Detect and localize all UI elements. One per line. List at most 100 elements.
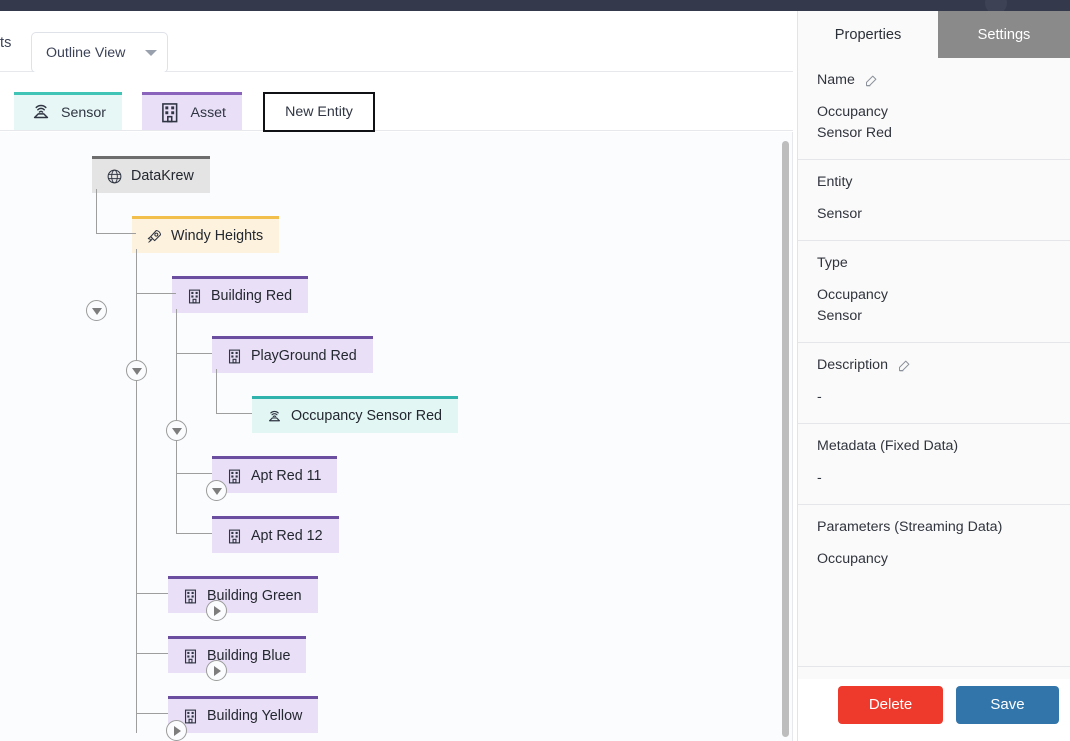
property-label: Entity bbox=[817, 174, 853, 190]
property-value: Occupancy Sensor Red bbox=[817, 104, 892, 141]
property-value: - bbox=[817, 389, 822, 405]
property-value: - bbox=[817, 470, 822, 486]
new-entity-button-label: New Entity bbox=[285, 104, 353, 120]
tree-edge bbox=[96, 189, 97, 234]
entity-tree-canvas[interactable]: DataKrew Windy Heights Building Red Play… bbox=[0, 132, 793, 741]
tree-node-apt-red-12[interactable]: Apt Red 12 bbox=[212, 516, 339, 553]
chevron-down-icon bbox=[91, 307, 102, 315]
new-entity-button[interactable]: New Entity bbox=[263, 92, 375, 132]
tree-edge bbox=[136, 653, 168, 654]
sensor-icon bbox=[33, 105, 49, 119]
tab-settings[interactable]: Settings bbox=[938, 11, 1070, 58]
tab-properties-label: Properties bbox=[834, 26, 902, 43]
tree-edge bbox=[176, 473, 212, 474]
property-label-wrap: Type bbox=[817, 255, 1051, 271]
property-value: Sensor bbox=[817, 206, 862, 222]
property-label: Type bbox=[817, 255, 848, 271]
save-button[interactable]: Save bbox=[956, 685, 1059, 724]
tree-node-label: DataKrew bbox=[131, 168, 194, 184]
property-row-name: Name Occupancy Sensor Red bbox=[798, 58, 1070, 160]
chevron-down-icon bbox=[145, 49, 157, 56]
view-mode-select[interactable]: Outline View bbox=[31, 32, 168, 73]
tree-edge bbox=[136, 593, 168, 594]
property-row-parameters: Parameters (Streaming Data) Occupancy bbox=[798, 505, 1070, 667]
chevron-right-icon bbox=[174, 725, 181, 736]
tree-edge bbox=[136, 713, 168, 714]
property-row-entity: Entity Sensor bbox=[798, 160, 1070, 241]
tree-edge bbox=[216, 413, 252, 414]
canvas-column: ts Outline View Sensor Asset New Entity … bbox=[0, 11, 793, 741]
chevron-right-icon bbox=[214, 605, 221, 616]
chevron-down-icon bbox=[211, 487, 222, 495]
breadcrumb: ts bbox=[0, 35, 12, 51]
tree-edge bbox=[216, 369, 217, 413]
tree-node-building-green[interactable]: Building Green bbox=[168, 576, 318, 613]
panel-action-bar: Delete Save bbox=[798, 679, 1070, 741]
tree-toggle-playground-red[interactable] bbox=[206, 480, 227, 501]
sensor-icon bbox=[268, 410, 281, 421]
tree-toggle-apt-red-11[interactable] bbox=[206, 600, 227, 621]
tree-node-playground-red[interactable]: PlayGround Red bbox=[212, 336, 373, 373]
chevron-down-icon bbox=[131, 367, 142, 375]
entity-chip-sensor-label: Sensor bbox=[61, 104, 106, 121]
tree-toggle-building-green[interactable] bbox=[166, 720, 187, 741]
tree-node-label: Building Red bbox=[211, 288, 293, 304]
chevron-right-icon bbox=[214, 665, 221, 676]
tree-node-label: Windy Heights bbox=[171, 228, 264, 244]
property-row-description: Description - bbox=[798, 343, 1070, 424]
properties-panel: Properties Settings Name Occupancy Senso… bbox=[797, 11, 1070, 741]
entity-chip-asset[interactable]: Asset bbox=[142, 92, 242, 130]
tree-edge bbox=[96, 233, 136, 234]
tree-node-apt-red-11[interactable]: Apt Red 11 bbox=[212, 456, 338, 493]
tree-node-building-blue[interactable]: Building Blue bbox=[168, 636, 307, 673]
view-mode-value: Outline View bbox=[46, 44, 126, 61]
tab-settings-label: Settings bbox=[977, 26, 1031, 43]
tree-toggle-windy-heights[interactable] bbox=[126, 360, 147, 381]
property-label-wrap: Parameters (Streaming Data) bbox=[817, 519, 1051, 535]
property-value: Occupancy Sensor bbox=[817, 287, 888, 324]
tree-edge bbox=[176, 533, 212, 534]
property-label-wrap: Description bbox=[817, 357, 1051, 373]
tree-node-building-red[interactable]: Building Red bbox=[172, 276, 309, 313]
property-label: Parameters (Streaming Data) bbox=[817, 519, 1003, 535]
tab-properties[interactable]: Properties bbox=[798, 11, 938, 58]
building-icon bbox=[184, 589, 197, 603]
property-value: Occupancy bbox=[817, 551, 888, 567]
property-label-wrap: Entity bbox=[817, 174, 1051, 190]
edit-pencil-icon[interactable] bbox=[864, 73, 879, 88]
property-label: Description bbox=[817, 357, 888, 373]
building-icon bbox=[228, 349, 241, 363]
property-label-wrap: Name bbox=[817, 72, 1051, 88]
building-icon bbox=[188, 289, 201, 303]
property-list: Name Occupancy Sensor Red Entity Sensor … bbox=[798, 58, 1070, 679]
entity-chip-sensor[interactable]: Sensor bbox=[14, 92, 122, 130]
tree-node-occupancy-sensor-red[interactable]: Occupancy Sensor Red bbox=[252, 396, 458, 433]
tree-node-label: Occupancy Sensor Red bbox=[291, 408, 442, 424]
tree-toggle-apt-red-12[interactable] bbox=[206, 660, 227, 681]
tree-node-windy-heights[interactable]: Windy Heights bbox=[132, 216, 280, 253]
building-icon bbox=[228, 529, 241, 543]
tree-node-datakrew[interactable]: DataKrew bbox=[92, 156, 210, 193]
tree-toggle-datakrew[interactable] bbox=[86, 300, 107, 321]
tree-node-building-yellow[interactable]: Building Yellow bbox=[168, 696, 319, 733]
tree-edge bbox=[136, 293, 176, 294]
property-row-metadata: Metadata (Fixed Data) - bbox=[798, 424, 1070, 505]
rocket-icon bbox=[147, 229, 162, 243]
tree-node-label: Apt Red 12 bbox=[251, 528, 323, 544]
building-icon bbox=[228, 469, 241, 483]
canvas-vertical-scrollbar[interactable] bbox=[782, 141, 789, 737]
tree-node-label: Apt Red 11 bbox=[251, 468, 322, 484]
canvas-toolbar: ts Outline View bbox=[0, 11, 793, 73]
entity-hierarchy-app: ts Outline View Sensor Asset New Entity … bbox=[0, 0, 1070, 741]
building-icon bbox=[184, 709, 197, 723]
building-icon bbox=[162, 102, 178, 123]
property-label-wrap: Metadata (Fixed Data) bbox=[817, 438, 1051, 454]
tree-edge bbox=[136, 249, 137, 733]
tree-node-label: PlayGround Red bbox=[251, 348, 357, 364]
edit-pencil-icon[interactable] bbox=[897, 358, 912, 373]
tree-toggle-building-red[interactable] bbox=[166, 420, 187, 441]
delete-button[interactable]: Delete bbox=[838, 685, 943, 724]
property-row-type: Type Occupancy Sensor bbox=[798, 241, 1070, 343]
tree-node-label: Building Yellow bbox=[207, 708, 303, 724]
property-label: Name bbox=[817, 72, 855, 88]
